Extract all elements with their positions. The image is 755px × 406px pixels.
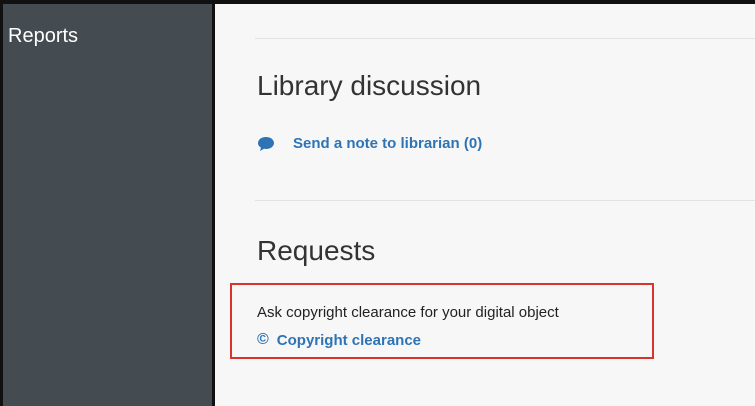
main-content: Library discussion Send a note to librar… xyxy=(215,4,755,406)
section-divider-middle xyxy=(255,200,755,201)
copyright-request-description: Ask copyright clearance for your digital… xyxy=(257,304,559,321)
sidebar-item-reports[interactable]: Reports xyxy=(8,23,78,49)
send-note-link[interactable]: Send a note to librarian (0) xyxy=(257,135,482,152)
copyright-icon: © xyxy=(257,331,269,348)
sidebar: Reports xyxy=(3,4,212,406)
section-divider-top xyxy=(255,38,755,39)
requests-title: Requests xyxy=(257,235,376,266)
app-window: Reports Library discussion Send a note t… xyxy=(0,0,755,406)
copyright-clearance-label: Copyright clearance xyxy=(276,331,422,349)
send-note-label: Send a note to librarian (0) xyxy=(293,135,483,152)
copyright-clearance-link[interactable]: © Copyright clearance xyxy=(257,331,421,349)
speech-bubble-icon xyxy=(258,136,274,151)
library-discussion-title: Library discussion xyxy=(257,70,482,101)
